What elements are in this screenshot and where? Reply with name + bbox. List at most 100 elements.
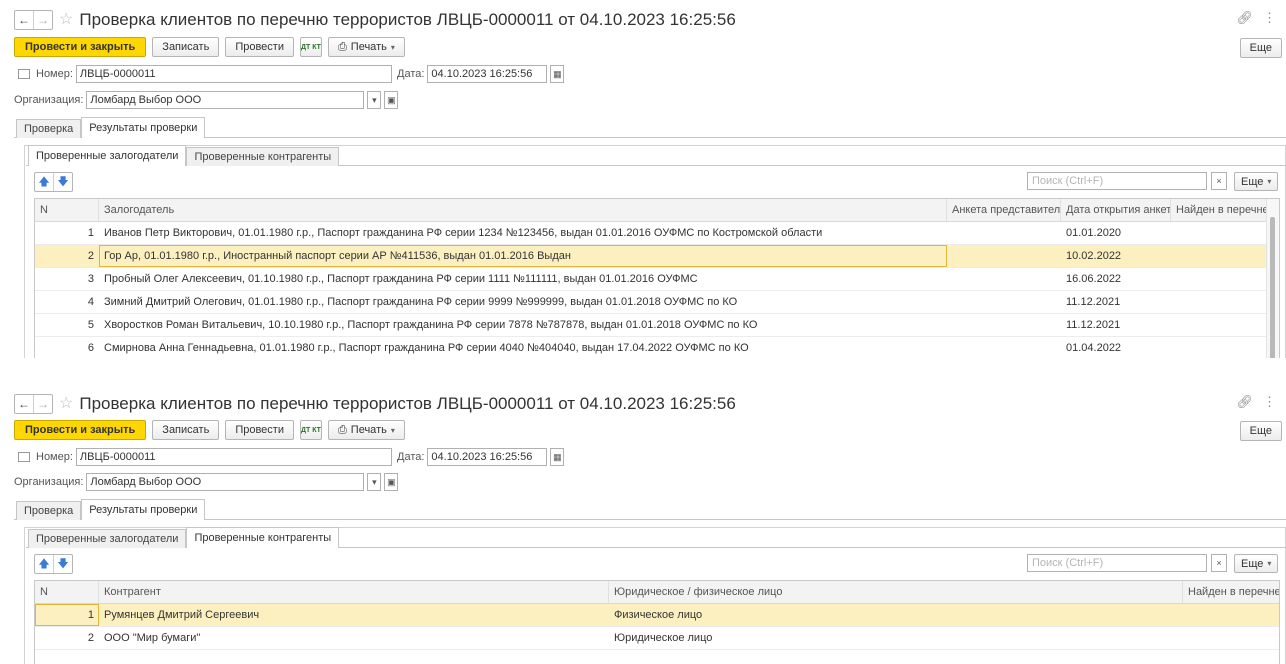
move-down-icon[interactable]: 🡇 <box>53 555 72 573</box>
print-button[interactable]: ⎙ Печать ▾ <box>327 37 405 57</box>
table-row[interactable]: 6 Смирнова Анна Геннадьевна, 01.01.1980 … <box>35 337 1279 358</box>
table-row-selected[interactable]: 2 Гор Ар, 01.01.1980 г.р., Иностранный п… <box>35 245 1279 268</box>
save-button[interactable]: Записать <box>152 37 220 57</box>
dropdown-icon[interactable]: ▾ <box>367 473 382 491</box>
pledger-cell: Гор Ар, 01.01.1980 г.р., Иностранный пас… <box>99 245 947 267</box>
more-button[interactable]: Еще <box>1239 421 1282 441</box>
dt-kt-icon: ДТ КТ <box>301 43 321 51</box>
table-row[interactable]: 2 ООО "Мир бумаги" Юридическое лицо <box>35 627 1279 650</box>
forward-button[interactable]: → <box>33 11 52 29</box>
calendar-icon[interactable]: ▦ <box>550 65 565 83</box>
number-field[interactable]: ЛВЦБ-0000011 <box>75 65 392 83</box>
move-buttons: 🡅 🡇 <box>34 172 73 192</box>
col-n[interactable]: N <box>35 581 99 603</box>
post-button[interactable]: Провести <box>225 420 294 440</box>
more-button[interactable]: Еще <box>1239 38 1282 58</box>
org-label: Организация: <box>14 476 84 488</box>
menu-icon[interactable]: ⋮ <box>1263 394 1276 410</box>
clear-icon[interactable]: × <box>1211 172 1227 190</box>
row-number: 1 <box>87 227 94 239</box>
link-icon[interactable]: 🔗︎ <box>1236 10 1253 26</box>
document-window-contractors: ← → ☆ Проверка клиентов по перечню терро… <box>0 384 1286 664</box>
table-row[interactable]: 5 Хворостков Роман Витальевич, 10.10.198… <box>35 314 1279 337</box>
tab-contractors[interactable]: Проверенные контрагенты <box>186 527 340 548</box>
col-pledger[interactable]: Залогодатель <box>99 199 947 221</box>
back-button[interactable]: ← <box>15 11 33 29</box>
pledger-cell: Иванов Петр Викторович, 01.01.1980 г.р.,… <box>104 227 823 239</box>
window-actions: 🔗︎ ⋮ <box>1236 394 1276 410</box>
toolbar: Провести и закрыть Записать Провести ДТ … <box>14 419 405 441</box>
post-and-close-button[interactable]: Провести и закрыть <box>14 37 147 57</box>
pledger-cell: Смирнова Анна Геннадьевна, 01.01.1980 г.… <box>104 342 749 354</box>
col-found[interactable]: Найден в перечне <box>1171 199 1269 221</box>
move-buttons: 🡅 🡇 <box>34 554 73 574</box>
dt-kt-button[interactable]: ДТ КТ <box>299 37 322 57</box>
move-up-icon[interactable]: 🡅 <box>35 173 53 191</box>
tab-check[interactable]: Проверка <box>16 501 82 520</box>
contractor-cell: Румянцев Дмитрий Сергеевич <box>104 609 260 621</box>
menu-icon[interactable]: ⋮ <box>1263 10 1276 26</box>
col-entity-type[interactable]: Юридическое / физическое лицо <box>609 581 1183 603</box>
forward-button[interactable]: → <box>33 395 52 413</box>
col-representative[interactable]: Анкета представителя <box>947 199 1061 221</box>
date-label: Дата: <box>397 68 425 80</box>
found-cell <box>1171 337 1269 358</box>
open-icon[interactable]: ▣ <box>384 91 399 109</box>
search-input[interactable]: Поиск (Ctrl+F) <box>1027 172 1207 190</box>
open-icon[interactable]: ▣ <box>384 473 399 491</box>
grid-more-button[interactable]: Еще ▾ <box>1234 172 1279 191</box>
tab-pledgers[interactable]: Проверенные залогодатели <box>28 145 187 166</box>
chevron-down-icon: ▾ <box>1267 559 1272 568</box>
post-button[interactable]: Провести <box>225 37 294 57</box>
tab-pledgers[interactable]: Проверенные залогодатели <box>28 529 187 548</box>
move-down-icon[interactable]: 🡇 <box>53 173 72 191</box>
col-found[interactable]: Найден в перечне <box>1183 581 1279 603</box>
star-icon[interactable]: ☆ <box>59 395 73 413</box>
date-field[interactable]: 04.10.2023 16:25:56 <box>427 448 548 466</box>
tab-results[interactable]: Результаты проверки <box>81 499 206 520</box>
entity-type-cell: Физическое лицо <box>614 609 703 621</box>
number-field[interactable]: ЛВЦБ-0000011 <box>75 448 392 466</box>
tab-results[interactable]: Результаты проверки <box>81 117 206 138</box>
form-date-cell: 01.04.2022 <box>1066 342 1122 354</box>
move-up-icon[interactable]: 🡅 <box>35 555 53 573</box>
grid-more-label: Еще <box>1241 557 1264 570</box>
back-button[interactable]: ← <box>15 395 33 413</box>
dropdown-icon[interactable]: ▾ <box>367 91 382 109</box>
chevron-down-icon: ▾ <box>1267 177 1272 186</box>
found-cell <box>1183 627 1279 649</box>
pledger-cell: Хворостков Роман Витальевич, 10.10.1980 … <box>104 319 758 331</box>
org-field[interactable]: Ломбард Выбор ООО <box>86 91 365 109</box>
main-tabs: Проверка Результаты проверки <box>16 499 206 520</box>
print-button[interactable]: ⎙ Печать ▾ <box>327 420 405 440</box>
entity-type-cell: Юридическое лицо <box>614 632 713 644</box>
form-date-cell: 01.01.2020 <box>1066 227 1122 239</box>
clear-icon[interactable]: × <box>1211 554 1227 572</box>
save-button[interactable]: Записать <box>152 420 220 440</box>
table-row[interactable]: 1 Иванов Петр Викторович, 01.01.1980 г.р… <box>35 222 1279 245</box>
col-contractor[interactable]: Контрагент <box>99 581 609 603</box>
table-row[interactable]: 3 Пробный Олег Алексеевич, 01.10.1980 г.… <box>35 268 1279 291</box>
table-row[interactable]: 4 Зимний Дмитрий Олегович, 01.01.1980 г.… <box>35 291 1279 314</box>
pledger-cell: Пробный Олег Алексеевич, 01.10.1980 г.р.… <box>104 273 698 285</box>
tab-check[interactable]: Проверка <box>16 119 82 138</box>
toolbar: Провести и закрыть Записать Провести ДТ … <box>14 36 405 58</box>
col-form-date[interactable]: Дата открытия анкеты <box>1061 199 1171 221</box>
printer-icon: ⎙ <box>337 40 347 53</box>
link-icon[interactable]: 🔗︎ <box>1236 394 1253 410</box>
grid-more-button[interactable]: Еще ▾ <box>1234 554 1279 573</box>
col-n[interactable]: N <box>35 199 99 221</box>
dt-kt-button[interactable]: ДТ КТ <box>299 420 322 440</box>
org-field[interactable]: Ломбард Выбор ООО <box>86 473 365 491</box>
scrollbar-thumb[interactable] <box>1270 217 1275 358</box>
search-input[interactable]: Поиск (Ctrl+F) <box>1027 554 1207 572</box>
vertical-scrollbar[interactable] <box>1266 199 1279 358</box>
grid-more-label: Еще <box>1241 175 1264 188</box>
post-and-close-button[interactable]: Провести и закрыть <box>14 420 147 440</box>
star-icon[interactable]: ☆ <box>59 11 73 29</box>
date-field[interactable]: 04.10.2023 16:25:56 <box>427 65 548 83</box>
calendar-icon[interactable]: ▦ <box>550 448 565 466</box>
tab-contractors[interactable]: Проверенные контрагенты <box>186 147 340 166</box>
title-bar: ← → ☆ Проверка клиентов по перечню терро… <box>14 394 736 414</box>
table-row-selected[interactable]: 1 Румянцев Дмитрий Сергеевич Физическое … <box>35 604 1279 627</box>
